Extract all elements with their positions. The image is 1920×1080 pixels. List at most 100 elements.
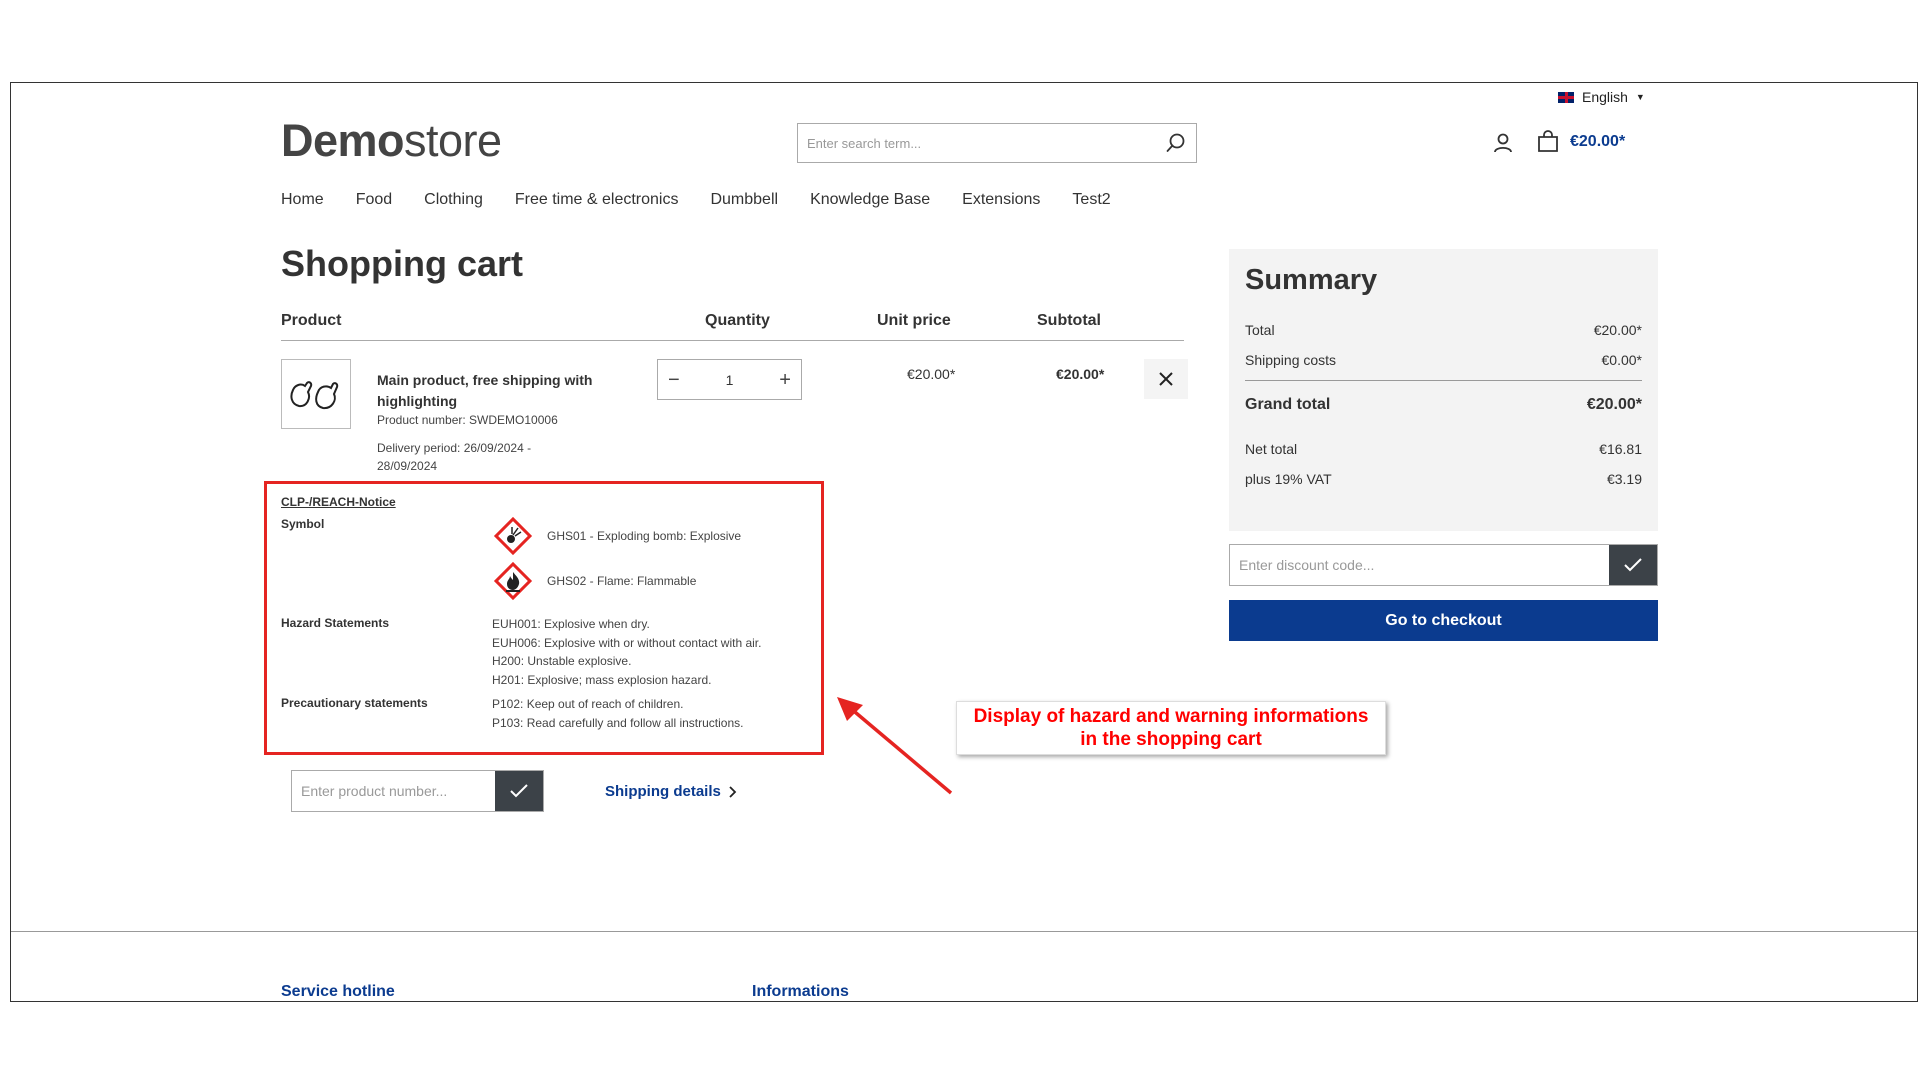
- line-subtotal: €20.00*: [1056, 366, 1105, 382]
- nav-item-test2[interactable]: Test2: [1072, 191, 1110, 209]
- precautionary-statements-label: Precautionary statements: [281, 696, 428, 710]
- summary-grand-total-row: Grand total €20.00*: [1245, 396, 1642, 414]
- caret-down-icon: ▼: [1635, 92, 1645, 102]
- nav-item-dumbbell[interactable]: Dumbbell: [710, 191, 778, 209]
- flame-icon: [493, 561, 533, 601]
- summary-shipping-row: Shipping costs €0.00*: [1245, 352, 1642, 368]
- annotation-arrow-icon: [837, 697, 953, 795]
- vat-label: plus 19% VAT: [1245, 471, 1332, 487]
- precautionary-statement: P103: Read carefully and follow all inst…: [492, 715, 744, 730]
- ghs01-symbol: GHS01 - Exploding bomb: Explosive: [493, 516, 741, 556]
- annotation-line-1: Display of hazard and warning informatio…: [973, 706, 1369, 727]
- search-input[interactable]: [798, 134, 1156, 152]
- product-number: Product number: SWDEMO10006: [377, 413, 558, 427]
- language-label: English: [1582, 89, 1628, 105]
- precautionary-statements-list: P102: Keep out of reach of children. P10…: [492, 695, 743, 732]
- ghs02-symbol: GHS02 - Flame: Flammable: [493, 561, 696, 601]
- apply-discount-button[interactable]: [1609, 545, 1657, 585]
- search-button[interactable]: [1156, 124, 1196, 162]
- summary-title: Summary: [1245, 264, 1378, 296]
- hazard-statements-list: EUH001: Explosive when dry. EUH006: Expl…: [492, 615, 761, 689]
- cart-total: €20.00*: [1570, 133, 1626, 150]
- delivery-period: Delivery period: 26/09/2024 - 28/09/2024: [377, 441, 532, 473]
- net-total-value: €16.81: [1599, 441, 1642, 457]
- increase-quantity-button[interactable]: +: [779, 370, 791, 390]
- page-title: Shopping cart: [281, 243, 523, 284]
- chevron-right-icon: [729, 785, 737, 798]
- main-navigation: Home Food Clothing Free time & electroni…: [281, 191, 1111, 209]
- store-logo[interactable]: Demostore: [281, 115, 502, 167]
- browser-viewport: English ▼ Demostore €20.00* Home Food Cl…: [10, 82, 1918, 1002]
- ghs02-text: GHS02 - Flame: Flammable: [547, 574, 697, 588]
- nav-item-home[interactable]: Home: [281, 191, 324, 209]
- nav-item-food[interactable]: Food: [356, 191, 392, 209]
- column-header-quantity: Quantity: [705, 312, 770, 329]
- column-header-subtotal: Subtotal: [1037, 312, 1101, 329]
- total-value: €20.00*: [1593, 322, 1642, 338]
- ghs01-text: GHS01 - Exploding bomb: Explosive: [547, 529, 742, 543]
- annotation-line-2: in the shopping cart: [1080, 729, 1262, 750]
- summary-net-row: Net total €16.81: [1245, 441, 1642, 457]
- mittens-icon: [290, 381, 339, 410]
- language-switcher[interactable]: English ▼: [1558, 89, 1645, 105]
- quantity-stepper: − 1 +: [657, 359, 802, 400]
- nav-item-knowledge-base[interactable]: Knowledge Base: [810, 191, 930, 209]
- grand-total-value: €20.00*: [1586, 396, 1642, 413]
- footer-service-hotline: Service hotline: [281, 983, 395, 1000]
- decrease-quantity-button[interactable]: −: [668, 370, 680, 390]
- symbol-label: Symbol: [281, 517, 325, 531]
- net-total-label: Net total: [1245, 441, 1298, 457]
- account-button[interactable]: [1491, 131, 1515, 155]
- footer-divider: [11, 931, 1917, 932]
- vat-value: €3.19: [1606, 471, 1642, 487]
- footer-informations: Informations: [752, 983, 849, 1000]
- product-image[interactable]: [281, 359, 351, 429]
- unit-price: €20.00*: [907, 366, 956, 382]
- shipping-costs-label: Shipping costs: [1245, 352, 1337, 368]
- user-icon: [1494, 133, 1512, 153]
- add-product-form: [291, 770, 544, 812]
- summary-total-row: Total €20.00*: [1245, 322, 1642, 338]
- grand-total-label: Grand total: [1245, 396, 1331, 413]
- exploding-bomb-icon: [493, 516, 533, 556]
- remove-item-button[interactable]: [1144, 359, 1188, 399]
- nav-item-free-time[interactable]: Free time & electronics: [515, 191, 679, 209]
- discount-code-input[interactable]: [1230, 545, 1609, 585]
- annotation-callout: Display of hazard and warning informatio…: [956, 701, 1386, 755]
- checkmark-icon: [1624, 558, 1642, 572]
- logo-light: store: [404, 115, 502, 166]
- discount-form: [1229, 544, 1658, 586]
- add-product-button[interactable]: [495, 771, 543, 811]
- close-icon: [1159, 372, 1173, 386]
- order-summary: Summary Total €20.00* Shipping costs €0.…: [1229, 249, 1658, 531]
- hazard-statement: EUH006: Explosive with or without contac…: [492, 635, 762, 650]
- column-header-unit-price: Unit price: [877, 312, 951, 329]
- uk-flag-icon: [1558, 91, 1574, 103]
- shipping-details-link[interactable]: Shipping details: [605, 783, 737, 800]
- search-icon: [1166, 133, 1185, 152]
- hazard-statement: EUH001: Explosive when dry.: [492, 617, 650, 631]
- go-to-checkout-button[interactable]: Go to checkout: [1229, 600, 1658, 641]
- column-header-product: Product: [281, 312, 342, 329]
- nav-item-clothing[interactable]: Clothing: [424, 191, 483, 209]
- clp-reach-notice-title[interactable]: CLP-/REACH-Notice: [281, 495, 396, 509]
- product-number-input[interactable]: [292, 771, 495, 811]
- hazard-statement: H200: Unstable explosive.: [492, 654, 632, 668]
- shipping-costs-value: €0.00*: [1601, 352, 1642, 368]
- logo-bold: Demo: [281, 115, 405, 166]
- search-bar: [797, 123, 1197, 163]
- total-label: Total: [1245, 322, 1275, 338]
- nav-item-extensions[interactable]: Extensions: [962, 191, 1040, 209]
- shipping-details-label: Shipping details: [605, 783, 721, 800]
- quantity-value[interactable]: 1: [726, 372, 734, 388]
- summary-vat-row: plus 19% VAT €3.19: [1245, 471, 1642, 487]
- hazard-statements-label: Hazard Statements: [281, 616, 390, 630]
- summary-divider: [1245, 380, 1642, 381]
- cart-button[interactable]: €20.00*: [1536, 130, 1625, 154]
- checkmark-icon: [510, 784, 528, 798]
- precautionary-statement: P102: Keep out of reach of children.: [492, 697, 684, 711]
- shopping-bag-icon: [1538, 130, 1558, 152]
- table-header-divider: [281, 340, 1184, 341]
- hazard-statement: H201: Explosive; mass explosion hazard.: [492, 672, 712, 687]
- product-name[interactable]: Main product, free shipping with highlig…: [377, 370, 617, 412]
